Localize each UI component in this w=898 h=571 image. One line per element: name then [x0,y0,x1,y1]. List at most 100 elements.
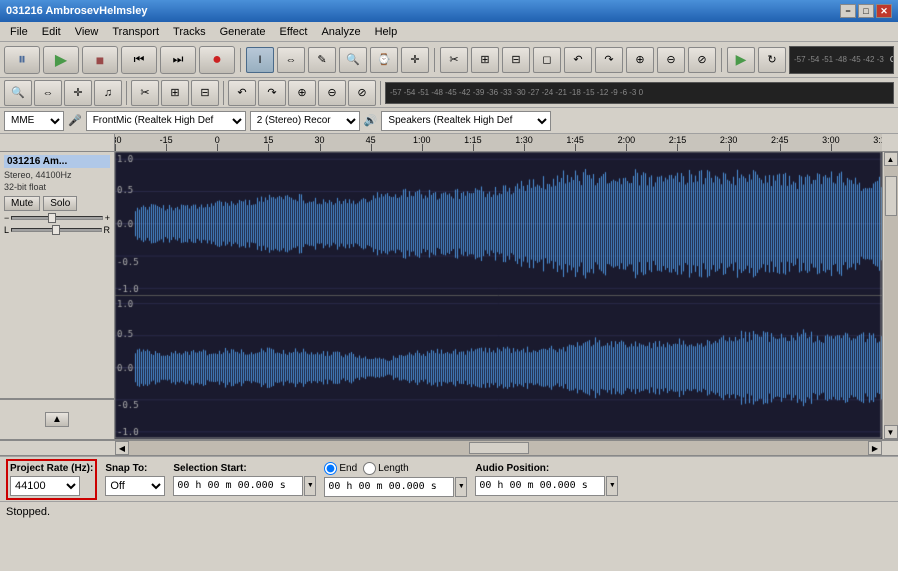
title-bar-controls: − □ ✕ [840,4,892,18]
scroll-thumb-h[interactable] [469,442,529,454]
selection-start-dropdown[interactable]: ▼ [304,476,316,496]
end-radio[interactable] [324,462,337,475]
tool-b[interactable]: ⇔ [34,80,62,106]
scrollbar-h-left [0,441,115,455]
zoom-tool[interactable]: ⇔ [277,47,305,73]
tool-h[interactable]: ↶ [228,80,256,106]
sep-r2-2 [223,81,224,105]
record-button[interactable]: ● [199,46,235,74]
tool-f[interactable]: ⊞ [161,80,189,106]
trim-tool[interactable]: ⊟ [502,47,530,73]
end-value[interactable]: 00 h 00 m 00.000 s [324,477,454,497]
length-radio[interactable] [363,462,376,475]
separator-2 [434,48,435,72]
sep-r2-3 [380,81,381,105]
tool-i[interactable]: ↷ [258,80,286,106]
speaker-icon[interactable]: 🔊 [364,114,378,127]
status-row: Stopped. [0,502,898,521]
input-device-select[interactable]: FrontMic (Realtek High Def [86,111,246,131]
end-dropdown[interactable]: ▼ [455,477,467,497]
menu-view[interactable]: View [69,25,105,39]
length-radio-label[interactable]: Length [363,462,409,475]
tool-e[interactable]: ✂ [131,80,159,106]
copy-tool[interactable]: ⊞ [471,47,499,73]
menu-file[interactable]: File [4,25,34,39]
loop-tool[interactable]: ↻ [758,47,786,73]
start-monitoring-btn[interactable]: Click to Start Monitoring [890,55,894,64]
audio-position-group: Audio Position: 00 h 00 m 00.000 s ▼ [475,463,618,496]
horizontal-scrollbar[interactable] [129,441,868,455]
redo-tool[interactable]: ↷ [595,47,623,73]
scroll-track-v[interactable] [884,166,898,425]
scrollbar-corner [882,441,898,455]
play-green[interactable]: ▶ [727,47,755,73]
pause-button[interactable]: ⏸ [4,46,40,74]
scroll-right-arrow[interactable]: ▶ [868,441,882,455]
snap-to-label: Snap To: [105,463,165,474]
audio-position-dropdown[interactable]: ▼ [606,476,618,496]
solo-button[interactable]: Solo [43,196,77,211]
output-device-select[interactable]: Speakers (Realtek High Def [381,111,551,131]
track-name[interactable]: 031216 Am... [4,155,110,168]
zoom-fit-tool[interactable]: ⊖ [657,47,685,73]
project-rate-select[interactable]: 44100 [10,476,80,496]
draw-tool[interactable]: ✎ [308,47,336,73]
track-expand-button[interactable]: ▲ [45,412,69,427]
tool-k[interactable]: ⊖ [318,80,346,106]
minimize-button[interactable]: − [840,4,856,18]
scroll-down-arrow[interactable]: ▼ [884,425,898,439]
device-bar: MME 🎤 FrontMic (Realtek High Def 2 (Ster… [0,108,898,134]
menu-edit[interactable]: Edit [36,25,67,39]
track-format-1: Stereo, 44100Hz [4,170,110,182]
waveform-container[interactable] [115,152,882,439]
gain-row: − + [4,213,110,223]
menu-generate[interactable]: Generate [214,25,272,39]
menu-analyze[interactable]: Analyze [315,25,366,39]
stop-button[interactable]: ■ [82,46,118,74]
zoom-in-tool[interactable]: 🔍 [339,47,367,73]
waveform-canvas [115,152,882,439]
maximize-button[interactable]: □ [858,4,874,18]
silence-tool[interactable]: ◻ [533,47,561,73]
zoom-sel-tool[interactable]: ⊕ [626,47,654,73]
scroll-thumb-v[interactable] [885,176,897,216]
end-value-field: 00 h 00 m 00.000 s ▼ [324,477,467,497]
scroll-left-arrow[interactable]: ◀ [115,441,129,455]
host-select[interactable]: MME [4,111,64,131]
pan-l: L [4,225,9,235]
pan-slider[interactable] [11,228,101,232]
menu-help[interactable]: Help [369,25,404,39]
cut-tool[interactable]: ✂ [440,47,468,73]
end-radio-label[interactable]: End [324,462,357,475]
mic-icon[interactable]: 🎤 [68,114,82,127]
play-button[interactable]: ▶ [43,46,79,74]
tool-l[interactable]: ⊘ [348,80,376,106]
time-tool[interactable]: ⌚ [370,47,398,73]
zoom-out-tool[interactable]: ⊘ [688,47,716,73]
main-track-area: 031216 Am... Stereo, 44100Hz 32-bit floa… [0,152,898,440]
tool-g[interactable]: ⊟ [191,80,219,106]
project-rate-label: Project Rate (Hz): [10,463,93,474]
select-tool[interactable]: I [246,47,274,73]
tool-c[interactable]: ✛ [64,80,92,106]
close-button[interactable]: ✕ [876,4,892,18]
end-length-group: End Length 00 h 00 m 00.000 s ▼ [324,462,467,497]
menu-tracks[interactable]: Tracks [167,25,212,39]
snap-to-select[interactable]: Off [105,476,165,496]
undo-tool[interactable]: ↶ [564,47,592,73]
multi-tool[interactable]: ✛ [401,47,429,73]
mute-button[interactable]: Mute [4,196,40,211]
channels-select[interactable]: 2 (Stereo) Recor [250,111,360,131]
tool-d[interactable]: ♫ [94,80,122,106]
tool-a[interactable]: 🔍 [4,80,32,106]
vu-meter-display-2: -57 -54 -51 -48 -45 -42 -39 -36 -33 -30 … [385,82,894,104]
gain-slider[interactable] [11,216,102,220]
scroll-up-arrow[interactable]: ▲ [884,152,898,166]
menu-effect[interactable]: Effect [274,25,314,39]
audio-position-value[interactable]: 00 h 00 m 00.000 s [475,476,605,496]
selection-start-value[interactable]: 00 h 00 m 00.000 s [173,476,303,496]
skip-back-button[interactable]: ⏮ [121,46,157,74]
tool-j[interactable]: ⊕ [288,80,316,106]
skip-fwd-button[interactable]: ⏭ [160,46,196,74]
menu-transport[interactable]: Transport [106,25,165,39]
